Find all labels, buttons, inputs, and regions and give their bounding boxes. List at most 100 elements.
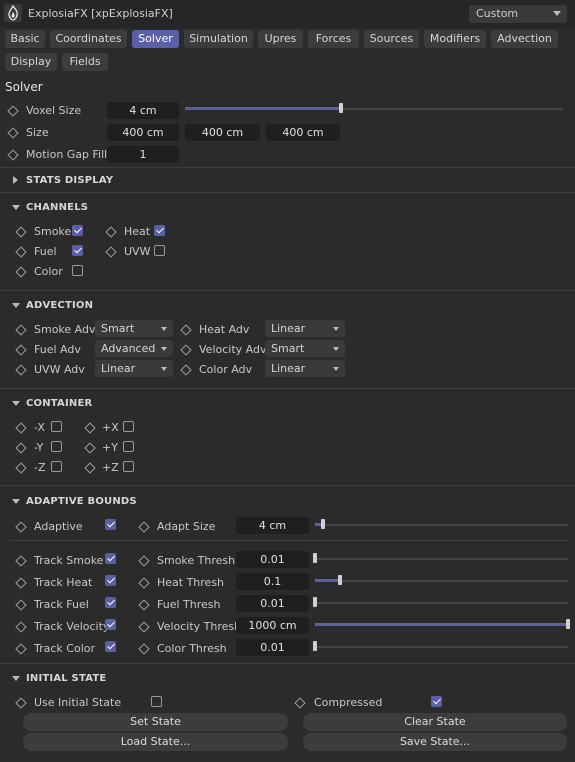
size-x-field[interactable]: 400 cm [107, 124, 179, 141]
heat-thresh-field[interactable]: 0.1 [236, 573, 309, 590]
set-state-button[interactable]: Set State [23, 713, 288, 731]
heat-channel-checkbox[interactable] [154, 225, 165, 236]
compressed-checkbox[interactable] [431, 696, 442, 707]
keyframe-diamond-icon[interactable] [105, 226, 117, 238]
color-thresh-slider[interactable] [315, 646, 568, 648]
keyframe-diamond-icon[interactable] [15, 226, 27, 238]
group-stats-display[interactable]: STATS DISPLAY [26, 175, 113, 186]
keyframe-diamond-icon[interactable] [138, 521, 150, 533]
neg-z-checkbox[interactable] [51, 461, 62, 472]
keyframe-diamond-icon[interactable] [15, 555, 27, 567]
keyframe-diamond-icon[interactable] [180, 364, 192, 376]
adapt-size-slider[interactable] [315, 524, 568, 526]
keyframe-diamond-icon[interactable] [138, 555, 150, 567]
adapt-size-slider-knob[interactable] [321, 519, 325, 529]
motion-gap-fill-field[interactable]: 1 [107, 146, 179, 163]
chevron-down-icon[interactable] [12, 303, 20, 308]
chevron-down-icon[interactable] [12, 676, 20, 681]
keyframe-diamond-icon[interactable] [138, 577, 150, 589]
keyframe-diamond-icon[interactable] [15, 442, 27, 454]
save-state-button[interactable]: Save State... [303, 733, 567, 751]
keyframe-diamond-icon[interactable] [15, 462, 27, 474]
size-y-field[interactable]: 400 cm [185, 124, 260, 141]
group-initial-state[interactable]: INITIAL STATE [26, 673, 106, 684]
size-z-field[interactable]: 400 cm [266, 124, 340, 141]
smoke-thresh-slider-knob[interactable] [313, 553, 317, 563]
keyframe-diamond-icon[interactable] [15, 643, 27, 655]
track-smoke-checkbox[interactable] [105, 553, 116, 564]
voxel-size-field[interactable]: 4 cm [107, 102, 179, 119]
keyframe-diamond-icon[interactable] [15, 364, 27, 376]
tab-advection[interactable]: Advection [491, 30, 558, 48]
keyframe-diamond-icon[interactable] [138, 621, 150, 633]
smoke-channel-checkbox[interactable] [72, 225, 83, 236]
group-adaptive-bounds[interactable]: ADAPTIVE BOUNDS [26, 496, 137, 507]
keyframe-diamond-icon[interactable] [138, 643, 150, 655]
fuel-thresh-slider[interactable] [315, 602, 568, 604]
chevron-down-icon[interactable] [12, 499, 20, 504]
preset-dropdown[interactable]: Custom [469, 5, 567, 23]
adapt-size-field[interactable]: 4 cm [236, 517, 309, 534]
neg-x-checkbox[interactable] [51, 421, 62, 432]
fuel-channel-checkbox[interactable] [72, 245, 83, 256]
keyframe-diamond-icon[interactable] [15, 422, 27, 434]
load-state-button[interactable]: Load State... [23, 733, 288, 751]
keyframe-diamond-icon[interactable] [15, 521, 27, 533]
keyframe-diamond-icon[interactable] [294, 697, 306, 709]
keyframe-diamond-icon[interactable] [105, 246, 117, 258]
tab-display[interactable]: Display [5, 53, 57, 71]
track-fuel-checkbox[interactable] [105, 597, 116, 608]
group-container[interactable]: CONTAINER [26, 398, 92, 409]
uvw-adv-dropdown[interactable]: Linear [95, 360, 173, 377]
uvw-channel-checkbox[interactable] [154, 245, 165, 256]
keyframe-diamond-icon[interactable] [15, 599, 27, 611]
keyframe-diamond-icon[interactable] [15, 324, 27, 336]
adaptive-checkbox[interactable] [105, 519, 116, 530]
neg-y-checkbox[interactable] [51, 441, 62, 452]
clear-state-button[interactable]: Clear State [303, 713, 567, 731]
chevron-down-icon[interactable] [12, 401, 20, 406]
heat-thresh-slider-knob[interactable] [338, 575, 342, 585]
use-initial-state-checkbox[interactable] [151, 696, 162, 707]
fuel-thresh-slider-knob[interactable] [313, 597, 317, 607]
keyframe-diamond-icon[interactable] [84, 462, 96, 474]
track-heat-checkbox[interactable] [105, 575, 116, 586]
smoke-thresh-field[interactable]: 0.01 [236, 551, 309, 568]
keyframe-diamond-icon[interactable] [138, 599, 150, 611]
keyframe-diamond-icon[interactable] [7, 127, 19, 139]
velocity-thresh-field[interactable]: 1000 cm [236, 617, 309, 634]
chevron-down-icon[interactable] [12, 205, 20, 210]
velocity-adv-dropdown[interactable]: Smart [265, 340, 345, 357]
keyframe-diamond-icon[interactable] [7, 149, 19, 161]
fuel-adv-dropdown[interactable]: Advanced [95, 340, 173, 357]
velocity-thresh-slider-knob[interactable] [566, 619, 570, 629]
color-adv-dropdown[interactable]: Linear [265, 360, 345, 377]
tab-solver[interactable]: Solver [132, 30, 179, 48]
color-channel-checkbox[interactable] [72, 265, 83, 276]
keyframe-diamond-icon[interactable] [15, 246, 27, 258]
heat-adv-dropdown[interactable]: Linear [265, 320, 345, 337]
keyframe-diamond-icon[interactable] [7, 105, 19, 117]
track-velocity-checkbox[interactable] [105, 619, 116, 630]
smoke-adv-dropdown[interactable]: Smart [95, 320, 173, 337]
color-thresh-slider-knob[interactable] [313, 641, 317, 651]
pos-y-checkbox[interactable] [123, 441, 134, 452]
tab-fields[interactable]: Fields [62, 53, 108, 71]
keyframe-diamond-icon[interactable] [15, 621, 27, 633]
track-color-checkbox[interactable] [105, 641, 116, 652]
fuel-thresh-field[interactable]: 0.01 [236, 595, 309, 612]
tab-modifiers[interactable]: Modifiers [424, 30, 486, 48]
tab-simulation[interactable]: Simulation [184, 30, 253, 48]
keyframe-diamond-icon[interactable] [15, 697, 27, 709]
pos-z-checkbox[interactable] [123, 461, 134, 472]
heat-thresh-slider[interactable] [315, 580, 568, 582]
keyframe-diamond-icon[interactable] [180, 344, 192, 356]
pos-x-checkbox[interactable] [123, 421, 134, 432]
tab-basic[interactable]: Basic [5, 30, 45, 48]
group-channels[interactable]: CHANNELS [26, 202, 88, 213]
tab-coordinates[interactable]: Coordinates [50, 30, 127, 48]
keyframe-diamond-icon[interactable] [84, 422, 96, 434]
keyframe-diamond-icon[interactable] [180, 324, 192, 336]
chevron-right-icon[interactable] [13, 176, 18, 184]
tab-upres[interactable]: Upres [258, 30, 303, 48]
